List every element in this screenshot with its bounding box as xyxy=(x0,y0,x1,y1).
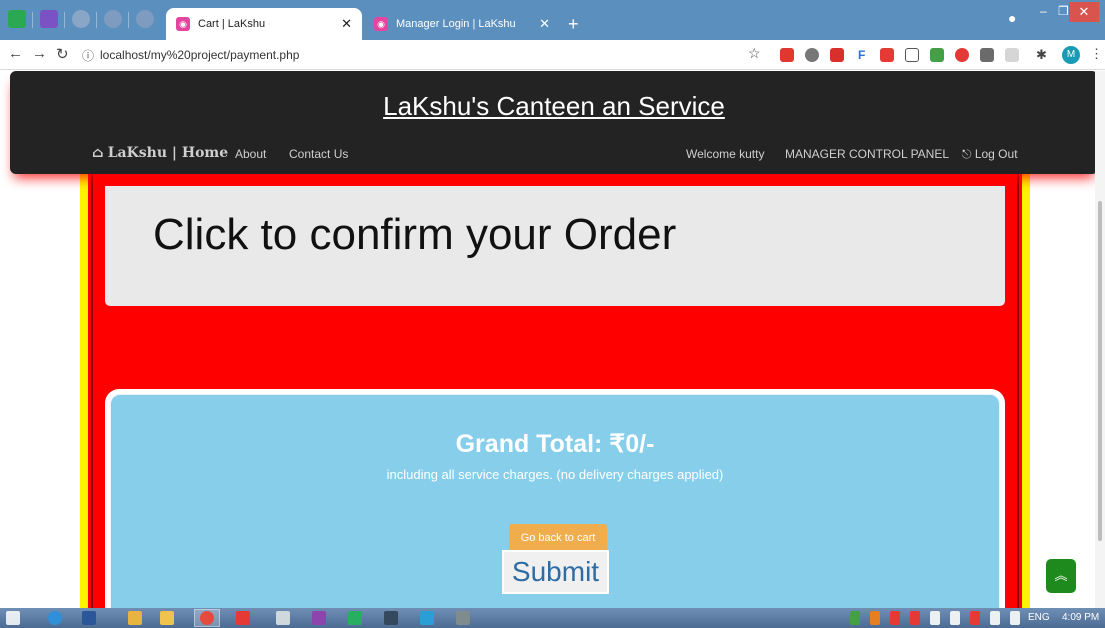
site-title[interactable]: LaKshu's Canteen an Service xyxy=(10,91,1098,122)
edge-taskbar-icon[interactable] xyxy=(48,611,62,625)
tab-cart[interactable]: ◉ Cart | LaKshu ✕ xyxy=(166,8,362,40)
extension-icon[interactable] xyxy=(980,48,994,62)
home-icon: ⌂ xyxy=(92,145,104,161)
app-taskbar-icon[interactable] xyxy=(456,611,470,625)
nav-manager-control-panel[interactable]: MANAGER CONTROL PANEL xyxy=(785,147,949,161)
extension-icon[interactable] xyxy=(930,48,944,62)
extension-icon[interactable] xyxy=(955,48,969,62)
pinned-tab-globe-icon[interactable] xyxy=(104,10,122,28)
app-taskbar-icon[interactable] xyxy=(312,611,326,625)
app-taskbar-icon[interactable] xyxy=(236,611,250,625)
volume-icon[interactable] xyxy=(990,611,1000,625)
tray-icon[interactable] xyxy=(970,611,980,625)
extension-icon[interactable] xyxy=(905,48,919,62)
chrome-taskbar-icon xyxy=(200,611,214,625)
profile-menu-icon[interactable]: ● xyxy=(1008,10,1016,26)
submit-button[interactable]: Submit xyxy=(502,550,609,594)
lakshu-favicon-icon: ◉ xyxy=(374,17,388,31)
logout-icon: ⎋ xyxy=(962,147,975,161)
site-info-icon[interactable]: ⓘ xyxy=(82,47,94,64)
tab-separator xyxy=(96,12,97,28)
scrollbar-thumb[interactable] xyxy=(1098,201,1102,541)
grand-total-heading: Grand Total: ₹0/- xyxy=(455,430,655,458)
extensions-puzzle-icon[interactable]: ✱ xyxy=(1036,47,1047,63)
tray-icon[interactable] xyxy=(930,611,940,625)
pinned-tab-globe-icon[interactable] xyxy=(136,10,154,28)
confirm-order-panel: Click to confirm your Order xyxy=(105,186,1005,306)
brand-home-link[interactable]: ⌂ LaKshu | Home xyxy=(92,145,228,161)
tab-title: Cart | LaKshu xyxy=(198,18,266,30)
nav-about[interactable]: About xyxy=(235,147,266,161)
page-scrollbar[interactable] xyxy=(1095,71,1105,608)
tab-manager-login[interactable]: ◉ Manager Login | LaKshu ✕ xyxy=(364,8,560,40)
extension-icon[interactable] xyxy=(805,48,819,62)
pinned-tab-globe-icon[interactable] xyxy=(72,10,90,28)
app-taskbar-icon[interactable] xyxy=(348,611,362,625)
grand-total-inner: Grand Total: ₹0/- including all service … xyxy=(110,394,1000,608)
app-taskbar-icon[interactable] xyxy=(276,611,290,625)
forward-arrow-icon[interactable]: → xyxy=(32,45,47,62)
tray-icon[interactable] xyxy=(890,611,900,625)
window-close-icon[interactable]: ✕ xyxy=(1069,2,1099,22)
taskbar-clock[interactable]: 4:09 PM xyxy=(1062,612,1099,623)
back-arrow-icon[interactable]: ← xyxy=(8,45,23,62)
close-tab-icon[interactable]: ✕ xyxy=(341,16,352,32)
site-navbar: LaKshu's Canteen an Service ⌂ LaKshu | Ho… xyxy=(10,71,1098,174)
double-chevron-up-icon: ︽ xyxy=(1054,568,1068,583)
tray-icon[interactable] xyxy=(870,611,880,625)
tab-title: Manager Login | LaKshu xyxy=(396,18,516,30)
extension-icon[interactable]: F xyxy=(858,48,872,62)
app-taskbar-icon[interactable] xyxy=(384,611,398,625)
telegram-taskbar-icon[interactable] xyxy=(420,611,434,625)
tab-separator xyxy=(64,12,65,28)
go-back-to-cart-button[interactable]: Go back to cart xyxy=(509,524,607,552)
brand-label: LaKshu | Home xyxy=(107,145,229,161)
logout-label: Log Out xyxy=(974,147,1018,161)
grand-total-panel: Grand Total: ₹0/- including all service … xyxy=(105,389,1005,608)
vlc-taskbar-icon[interactable] xyxy=(128,611,142,625)
pinned-tab-forms-icon[interactable] xyxy=(40,10,58,28)
bookmark-star-icon[interactable]: ☆ xyxy=(748,45,761,62)
new-tab-icon[interactable]: + xyxy=(568,14,579,35)
url-text: localhost/my%20project/payment.php xyxy=(100,48,300,62)
lakshu-favicon-icon: ◉ xyxy=(176,17,190,31)
language-indicator[interactable]: ENG xyxy=(1028,612,1050,623)
scroll-to-top-button[interactable]: ︽ xyxy=(1046,559,1076,593)
windows-taskbar: ENG 4:09 PM xyxy=(0,608,1105,628)
reload-icon[interactable]: ↻ xyxy=(56,45,69,63)
pinned-tab-sheets-icon[interactable] xyxy=(8,10,26,28)
tab-separator xyxy=(32,12,33,28)
windows-start-icon[interactable] xyxy=(6,611,20,625)
extension-icon[interactable] xyxy=(880,48,894,62)
tab-separator xyxy=(128,12,129,28)
folder-taskbar-icon[interactable] xyxy=(160,611,174,625)
nav-logout[interactable]: ⎋ Log Out xyxy=(962,147,1018,162)
profile-avatar[interactable]: M xyxy=(1062,46,1080,64)
battery-icon[interactable] xyxy=(1010,611,1020,625)
word-taskbar-icon[interactable] xyxy=(82,611,96,625)
service-charges-note: including all service charges. (no deliv… xyxy=(386,467,724,482)
extension-icon[interactable] xyxy=(1005,48,1019,62)
network-icon[interactable] xyxy=(950,611,960,625)
browser-tab-strip: ◉ Cart | LaKshu ✕ ◉ Manager Login | LaKs… xyxy=(0,0,1105,40)
tray-icon[interactable] xyxy=(910,611,920,625)
maximize-icon[interactable]: ❐ xyxy=(1058,4,1069,18)
extension-icon[interactable] xyxy=(830,48,844,62)
minimize-icon[interactable]: – xyxy=(1040,4,1047,18)
tray-icon[interactable] xyxy=(850,611,860,625)
close-tab-icon[interactable]: ✕ xyxy=(539,16,550,32)
browser-menu-icon[interactable]: ⋮ xyxy=(1090,46,1103,62)
browser-toolbar: ← → ↻ ⓘ localhost/my%20project/payment.p… xyxy=(0,40,1105,70)
nav-welcome-user[interactable]: Welcome kutty xyxy=(686,147,764,161)
address-bar[interactable]: ⓘ localhost/my%20project/payment.php xyxy=(82,44,772,66)
confirm-order-heading: Click to confirm your Order xyxy=(153,210,677,259)
extension-icon[interactable] xyxy=(780,48,794,62)
page-viewport: LaKshu's Canteen an Service ⌂ LaKshu | Ho… xyxy=(0,71,1105,608)
nav-contact-us[interactable]: Contact Us xyxy=(289,147,348,161)
